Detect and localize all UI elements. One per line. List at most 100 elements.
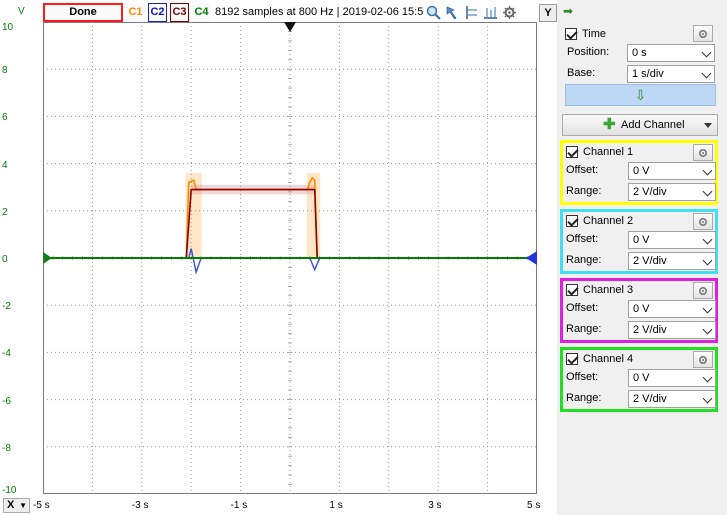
channel-4-label: Channel 4 xyxy=(583,353,634,365)
channel-1-offset-label: Offset: xyxy=(566,164,599,176)
y-tick-label: 4 xyxy=(2,159,8,171)
gear-icon xyxy=(698,29,708,38)
scope-toolbar: Done C1 C2 C3 C4 8192 samples at 800 Hz … xyxy=(43,2,557,22)
chevron-down-icon xyxy=(702,165,713,176)
channel-4-panel: Channel 4 Offset: 0 V Range: 2 V/div xyxy=(560,347,718,412)
y-tick-label: 2 xyxy=(2,206,8,218)
x-tick-label: -1 s xyxy=(230,500,248,511)
channel-1-offset-select[interactable]: 0 V xyxy=(628,162,716,180)
pointer-icon[interactable] xyxy=(444,4,461,21)
collapse-arrow-icon[interactable]: ➡ xyxy=(563,4,573,18)
chevron-down-icon xyxy=(702,372,713,383)
settings-icon[interactable] xyxy=(501,4,518,21)
channel-2-options-button[interactable] xyxy=(693,213,713,230)
channel-2-checkbox-row[interactable]: Channel 2 xyxy=(566,212,633,230)
channel-3-panel: Channel 3 Offset: 0 V Range: 2 V/div xyxy=(560,278,718,343)
gear-icon xyxy=(698,217,708,226)
channel-2-range-select[interactable]: 2 V/div xyxy=(628,252,716,270)
time-options-button[interactable] xyxy=(693,25,713,42)
channel-1-panel: Channel 1 Offset: 0 V Range: 2 V/div xyxy=(560,140,718,205)
channel-1-offset-value: 0 V xyxy=(633,165,650,177)
chevron-down-icon xyxy=(702,234,713,245)
y-tick-label: -6 xyxy=(2,395,11,407)
x-axis-select[interactable]: X ▼ xyxy=(3,498,30,513)
chevron-down-icon xyxy=(702,255,713,266)
channel-1-checkbox[interactable] xyxy=(566,146,578,158)
channel-2-panel: Channel 2 Offset: 0 V Range: 2 V/div xyxy=(560,209,718,274)
channel-1-range-value: 2 V/div xyxy=(633,186,667,198)
channel-4-checkbox-row[interactable]: Channel 4 xyxy=(566,350,633,368)
channel-4-offset-select[interactable]: 0 V xyxy=(628,369,716,387)
gear-icon xyxy=(698,286,708,295)
channel-3-offset-value: 0 V xyxy=(633,303,650,315)
x-tick-label: 5 s xyxy=(527,500,541,511)
x-tick-label: 1 s xyxy=(329,500,343,511)
x-tick-label: -3 s xyxy=(131,500,149,511)
channel-4-range-select[interactable]: 2 V/div xyxy=(628,390,716,408)
chevron-down-icon xyxy=(702,186,713,197)
chevron-down-icon xyxy=(701,47,712,58)
channel-2-toggle[interactable]: C2 xyxy=(148,2,167,22)
channel-1-toggle[interactable]: C1 xyxy=(126,2,145,22)
channel-3-range-label: Range: xyxy=(566,323,602,335)
channel-3-options-button[interactable] xyxy=(693,282,713,299)
base-select[interactable]: 1 s/div xyxy=(627,65,715,83)
apply-button[interactable]: ⇩ xyxy=(565,84,716,106)
y-tick-label: -4 xyxy=(2,348,11,360)
channel-2-offset-value: 0 V xyxy=(633,234,650,246)
chevron-down-icon xyxy=(702,393,713,404)
y-tick-label: 0 xyxy=(2,254,8,265)
y-axis-menu-button[interactable]: Y xyxy=(539,4,557,22)
position-value: 0 s xyxy=(632,47,647,59)
chevron-down-icon xyxy=(701,68,712,79)
channel-1-range-label: Range: xyxy=(566,185,602,197)
channel-1-range-select[interactable]: 2 V/div xyxy=(628,183,716,201)
cursor-h-icon[interactable] xyxy=(463,4,480,21)
channel-2-range-value: 2 V/div xyxy=(633,255,667,267)
cursor-v-icon[interactable] xyxy=(482,4,499,21)
channel-4-offset-label: Offset: xyxy=(566,371,599,383)
channel-2-range-label: Range: xyxy=(566,254,602,266)
waveform-chart xyxy=(43,22,537,494)
x-tick-label: -5 s xyxy=(33,500,50,511)
gear-icon xyxy=(698,148,708,157)
channel-4-toggle[interactable]: C4 xyxy=(192,2,211,22)
acquisition-info: 8192 samples at 800 Hz | 2019-02-06 15:5… xyxy=(215,6,423,18)
plot-area[interactable] xyxy=(43,22,537,494)
chevron-down-icon xyxy=(704,123,712,128)
channel-2-checkbox[interactable] xyxy=(566,215,578,227)
run-status-button[interactable]: Done xyxy=(43,2,123,22)
channel-2-offset-select[interactable]: 0 V xyxy=(628,231,716,249)
add-channel-label: Add Channel xyxy=(621,119,685,131)
channel-3-checkbox-row[interactable]: Channel 3 xyxy=(566,281,633,299)
channel-1-options-button[interactable] xyxy=(693,144,713,161)
channel-3-offset-label: Offset: xyxy=(566,302,599,314)
chevron-down-icon xyxy=(702,303,713,314)
channel-3-checkbox[interactable] xyxy=(566,284,578,296)
y-tick-label: -2 xyxy=(2,301,11,313)
channel-1-checkbox-row[interactable]: Channel 1 xyxy=(566,143,633,161)
chevron-down-icon: ▼ xyxy=(19,501,27,510)
channel-3-range-select[interactable]: 2 V/div xyxy=(628,321,716,339)
channel-1-label: Channel 1 xyxy=(583,146,634,158)
channel-4-offset-value: 0 V xyxy=(633,372,650,384)
chevron-down-icon xyxy=(702,324,713,335)
time-checkbox[interactable] xyxy=(565,28,577,40)
channel-4-checkbox[interactable] xyxy=(566,353,578,365)
channel-4-range-label: Range: xyxy=(566,392,602,404)
channel-3-offset-select[interactable]: 0 V xyxy=(628,300,716,318)
base-label: Base: xyxy=(567,67,596,79)
channel-3-toggle[interactable]: C3 xyxy=(170,2,189,22)
scope-view[interactable]: V 10 8 6 4 2 0 -2 -4 -6 -8 -10 Done C1 C2 C3 C4 81… xyxy=(0,0,557,515)
scope-app: V 10 8 6 4 2 0 -2 -4 -6 -8 -10 Done C1 C2 C3 C4 81… xyxy=(0,0,727,515)
channel-4-options-button[interactable] xyxy=(693,351,713,368)
plus-icon: ✚ xyxy=(603,116,616,133)
x-axis-bar: X ▼ -5 s -3 s -1 s 1 s 3 s 5 s xyxy=(0,496,557,515)
position-select[interactable]: 0 s xyxy=(627,44,715,62)
zoom-icon[interactable] xyxy=(425,4,442,21)
add-channel-button[interactable]: ✚ Add Channel xyxy=(562,114,718,136)
channel-3-label: Channel 3 xyxy=(583,284,634,296)
x-axis-select-label: X xyxy=(7,499,15,511)
time-label: Time xyxy=(582,28,607,40)
time-checkbox-row[interactable]: Time xyxy=(565,25,606,43)
